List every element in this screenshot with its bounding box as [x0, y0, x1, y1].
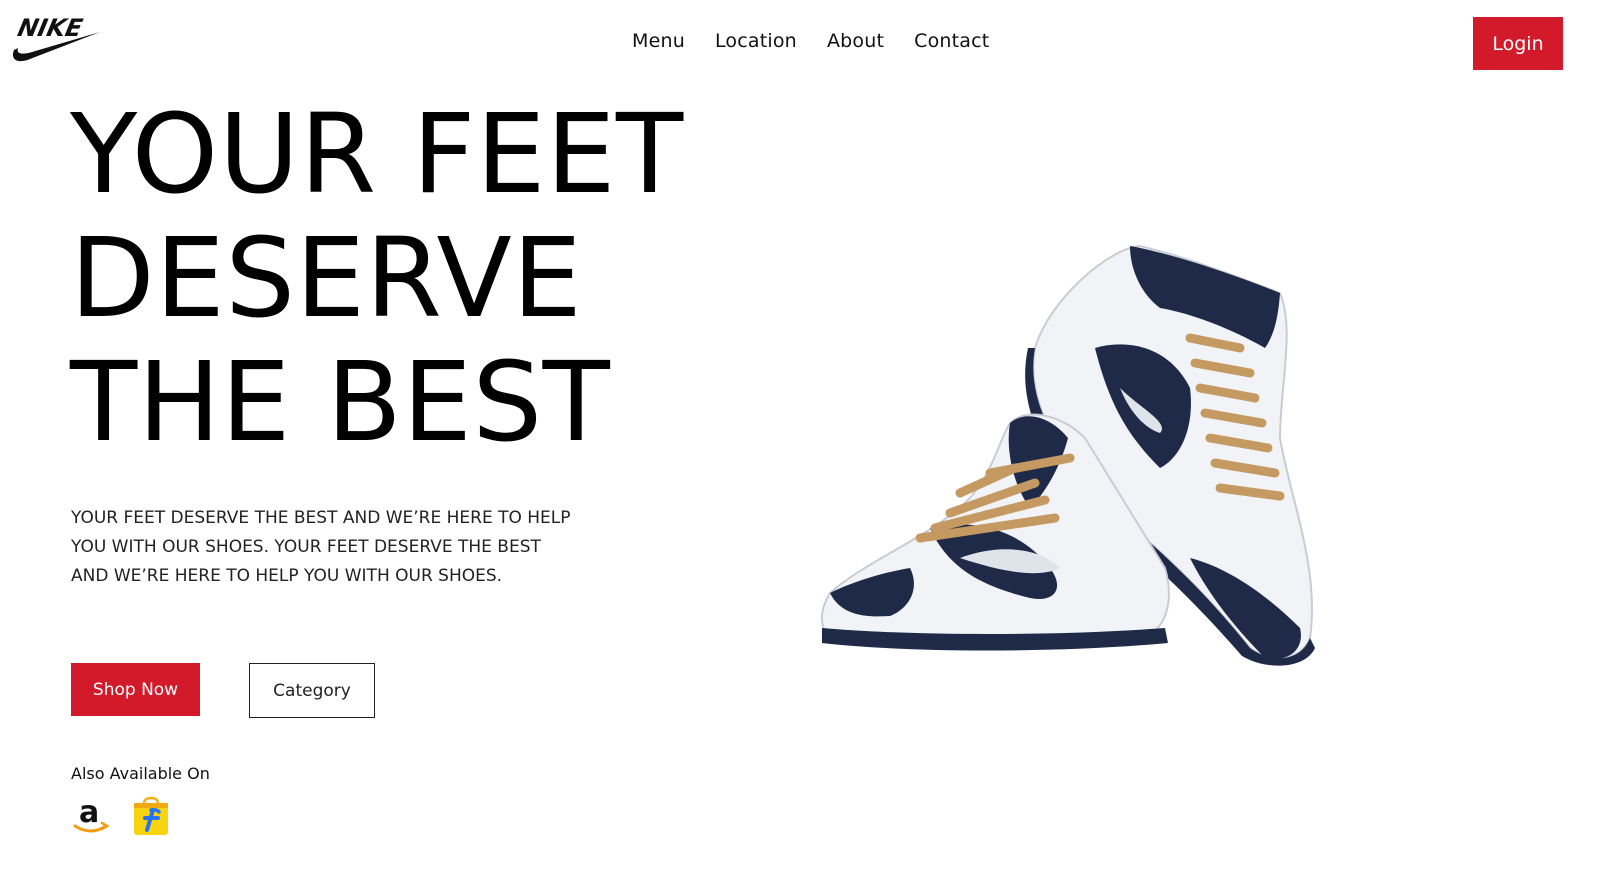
login-button[interactable]: Login: [1473, 17, 1563, 70]
sneaker-image: [810, 238, 1330, 668]
nav-contact[interactable]: Contact: [914, 30, 989, 52]
also-available-label: Also Available On: [71, 764, 210, 783]
svg-text:a: a: [79, 796, 99, 830]
hero-title-line-1: YOUR FEET: [70, 90, 684, 218]
nav-menu[interactable]: Menu: [632, 30, 685, 52]
landing-page: NIKE Menu Location About Contact Login Y…: [0, 0, 1613, 887]
nike-logo-icon[interactable]: NIKE: [8, 10, 102, 65]
category-button[interactable]: Category: [249, 663, 375, 718]
flipkart-icon[interactable]: [131, 796, 171, 836]
amazon-icon[interactable]: a: [71, 796, 111, 836]
nav-about[interactable]: About: [827, 30, 884, 52]
hero-description: YOUR FEET DESERVE THE BEST AND WE’RE HER…: [71, 508, 571, 586]
svg-text:NIKE: NIKE: [15, 13, 85, 42]
hero-title-line-3: THE BEST: [70, 338, 611, 466]
store-icons: a: [71, 796, 171, 836]
nav-location[interactable]: Location: [715, 30, 797, 52]
main-nav: Menu Location About Contact: [632, 30, 989, 52]
hero-title: YOUR FEET DESERVE THE BEST: [70, 92, 684, 464]
hero-title-line-2: DESERVE: [70, 214, 583, 342]
shop-now-button[interactable]: Shop Now: [71, 663, 200, 716]
